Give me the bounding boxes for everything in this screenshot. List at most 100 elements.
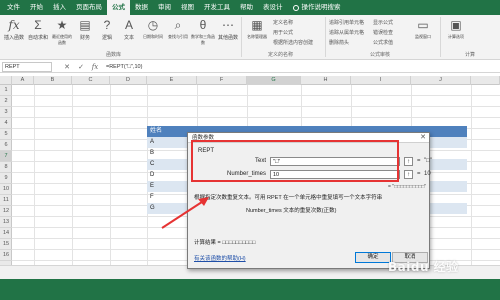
tell-me-search[interactable]: 操作说明搜索: [288, 0, 346, 15]
group-function-library: 函数库: [106, 52, 122, 58]
select-all-corner[interactable]: [0, 76, 12, 85]
column-header[interactable]: D: [110, 76, 147, 85]
watermark-logo: Baidu 经验: [388, 260, 459, 274]
tab-view[interactable]: 视图: [176, 0, 199, 15]
column-header[interactable]: H: [301, 76, 351, 85]
column-header[interactable]: A: [12, 76, 34, 85]
create-from-selection-button[interactable]: 根据所选内容创建: [273, 39, 313, 46]
row-header[interactable]: 8: [0, 162, 12, 173]
tab-table-design[interactable]: 表设计: [258, 0, 288, 15]
row-header[interactable]: 13: [0, 217, 12, 228]
tab-formulas[interactable]: 公式: [107, 0, 130, 15]
ribbon-formulas: fx 插入函数 Σ 自动求和 ★ 最近使用的函数 ▤ 财务 ? 逻辑 A 文本 …: [0, 15, 500, 60]
arg-equals: =: [417, 171, 421, 177]
text-icon: A: [124, 18, 133, 32]
argument-description: Number_times 文本的重复次数(正数): [246, 208, 337, 214]
tab-help[interactable]: 帮助: [235, 0, 258, 15]
collapse-dialog-icon[interactable]: ↑: [404, 157, 413, 166]
tab-page-layout[interactable]: 页面布局: [71, 0, 107, 15]
financial-button[interactable]: ▤ 财务: [75, 18, 95, 41]
lightbulb-icon: [292, 4, 299, 11]
column-header[interactable]: B: [34, 76, 72, 85]
sigma-icon: Σ: [34, 18, 42, 32]
annotation-highlight-box: [191, 140, 399, 182]
more-functions-button[interactable]: ⋯ 其他函数: [217, 18, 239, 41]
tab-home[interactable]: 开始: [25, 0, 48, 15]
datetime-button[interactable]: ◷ 日期和时间: [141, 18, 165, 40]
row-header[interactable]: 12: [0, 206, 12, 217]
lookup-button[interactable]: ⌕ 查找与引用: [167, 18, 189, 40]
column-header[interactable]: J: [411, 76, 471, 85]
tag-icon: ▦: [251, 18, 263, 32]
column-header[interactable]: F: [197, 76, 247, 85]
define-name-button[interactable]: 定义名称: [273, 19, 293, 26]
group-calculation: 计算: [465, 52, 476, 58]
formula-input[interactable]: =REPT("□",10): [106, 64, 142, 70]
row-header[interactable]: 9: [0, 173, 12, 184]
more-functions-icon: ⋯: [222, 18, 234, 32]
evaluate-formula-button[interactable]: 公式求值: [373, 39, 393, 46]
row-header[interactable]: 10: [0, 184, 12, 195]
star-icon: ★: [56, 18, 68, 32]
insert-function-button[interactable]: fx 插入函数: [3, 18, 25, 41]
row-header[interactable]: 1: [0, 85, 12, 96]
enter-icon[interactable]: ✓: [74, 63, 88, 71]
row-header[interactable]: 15: [0, 239, 12, 250]
row-header[interactable]: 11: [0, 195, 12, 206]
recent-functions-button[interactable]: ★ 最近使用的函数: [51, 18, 73, 46]
question-icon: ?: [103, 18, 111, 32]
name-box[interactable]: REPT: [2, 61, 52, 72]
column-header[interactable]: C: [72, 76, 110, 85]
arg-equals: =: [417, 158, 421, 164]
arg-text-result: "□": [424, 158, 432, 164]
column-headers: A B C D E F G H I J: [0, 76, 500, 85]
function-help-link[interactable]: 有关该函数的帮助(H): [194, 254, 246, 262]
show-formulas-button[interactable]: 显示公式: [373, 19, 393, 26]
tab-file[interactable]: 文件: [2, 0, 25, 15]
remove-arrows-button[interactable]: 删除箭头: [329, 39, 349, 46]
function-description: 根据指定次数重复文本。可用 RPET 在一个单元格中重复填写一个文本字符串: [194, 195, 383, 201]
ok-button[interactable]: 确定: [355, 252, 391, 263]
math-trig-button[interactable]: θ 数学和三角函数: [191, 18, 215, 46]
row-header[interactable]: 6: [0, 140, 12, 151]
column-header[interactable]: I: [351, 76, 411, 85]
error-checking-button[interactable]: 错误检查: [373, 29, 393, 36]
column-header[interactable]: E: [147, 76, 197, 85]
calculation-result: 计算结果 = □□□□□□□□□□: [194, 240, 256, 246]
group-formula-auditing: 公式审核: [370, 52, 391, 58]
formula-bar: REPT ✕ ✓ fx =REPT("□",10): [0, 61, 500, 73]
autosum-button[interactable]: Σ 自动求和: [27, 18, 49, 41]
calc-options-button[interactable]: ▣ 计算选项: [444, 18, 468, 40]
tab-review[interactable]: 审阅: [153, 0, 176, 15]
tab-insert[interactable]: 插入: [48, 0, 71, 15]
row-header[interactable]: 16: [0, 250, 12, 261]
row-header[interactable]: 14: [0, 228, 12, 239]
row-header[interactable]: 4: [0, 118, 12, 129]
cancel-icon[interactable]: ✕: [60, 63, 74, 71]
close-icon[interactable]: ✕: [420, 133, 426, 143]
watch-window-button[interactable]: ▭ 监视窗口: [411, 18, 435, 40]
tab-developer[interactable]: 开发工具: [199, 0, 235, 15]
use-in-formula-button[interactable]: 用于公式: [273, 29, 293, 36]
grid-line: [471, 85, 472, 265]
row-header[interactable]: 5: [0, 129, 12, 140]
tab-data[interactable]: 数据: [130, 0, 153, 15]
name-manager-button[interactable]: ▦ 名称管理器: [244, 18, 270, 40]
row-header[interactable]: 3: [0, 107, 12, 118]
logical-button[interactable]: ? 逻辑: [97, 18, 117, 41]
column-header-selected[interactable]: G: [247, 76, 301, 85]
trace-precedents-button[interactable]: 追踪引用单元格: [329, 19, 364, 26]
group-defined-names: 定义的名称: [268, 52, 294, 58]
row-header-selected[interactable]: 7: [0, 151, 12, 162]
trace-dependents-button[interactable]: 追踪从属单元格: [329, 29, 364, 36]
column-header[interactable]: [471, 76, 500, 85]
ribbon-tabs: 文件 开始 插入 页面布局 公式 数据 审阅 视图 开发工具 帮助 表设计 操作…: [0, 0, 500, 15]
text-button[interactable]: A 文本: [119, 18, 139, 41]
book-icon: ▤: [79, 18, 91, 32]
window-icon: ▭: [417, 18, 429, 32]
collapse-dialog-icon[interactable]: ↑: [404, 170, 413, 179]
fx-icon[interactable]: fx: [88, 63, 102, 71]
formula-preview-result: = "□□□□□□□□□□": [388, 184, 427, 190]
row-header[interactable]: 2: [0, 96, 12, 107]
status-bar: [0, 279, 500, 300]
